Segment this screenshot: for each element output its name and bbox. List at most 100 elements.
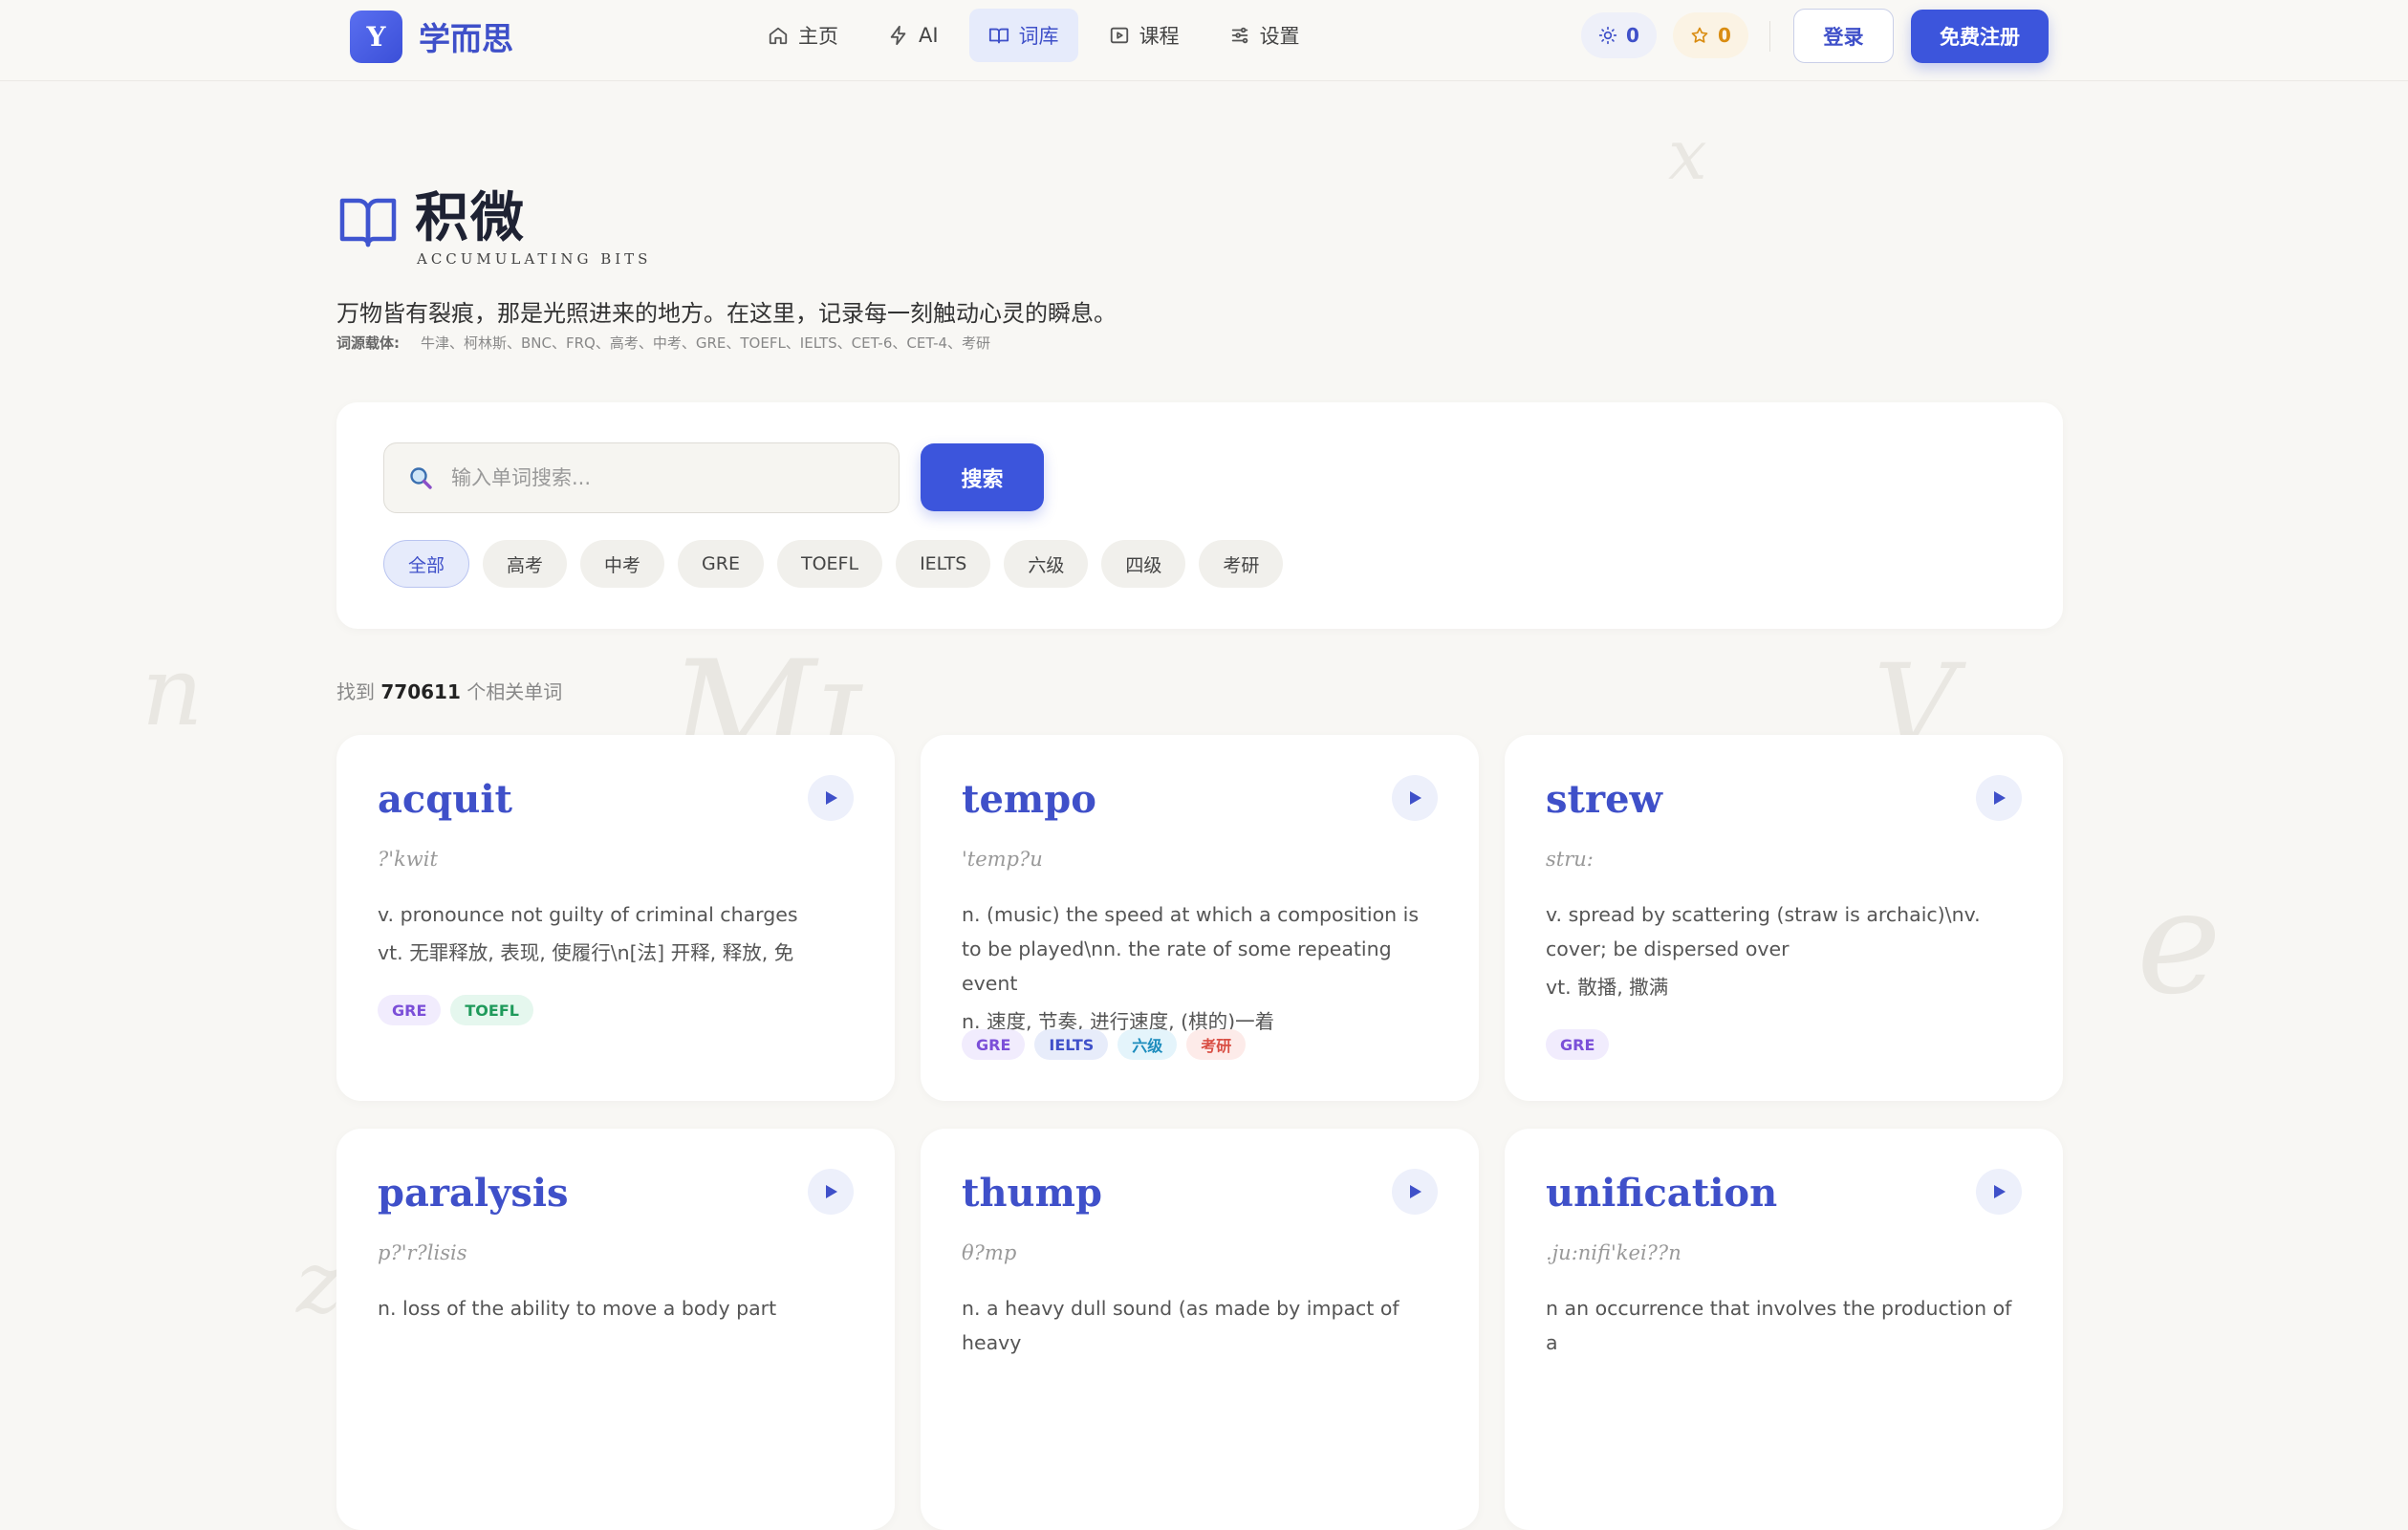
result-count: 找到 770611 个相关单词: [336, 677, 562, 704]
sun-count: 0: [1626, 24, 1639, 47]
word-phonetic: p?'r?lisis: [378, 1241, 467, 1264]
login-button[interactable]: 登录: [1793, 9, 1894, 63]
tag-badge: GRE: [378, 995, 442, 1025]
word-definitions: n. a heavy dull sound (as made by impact…: [962, 1291, 1441, 1360]
page-title: 积微: [415, 186, 526, 249]
tag-badge: 考研: [1186, 1029, 1247, 1060]
word-phonetic: θ?mp: [962, 1241, 1017, 1264]
star-count: 0: [1718, 24, 1731, 47]
play-icon: [1410, 1185, 1421, 1198]
play-audio-button[interactable]: [1976, 775, 2022, 821]
logo-icon[interactable]: Y: [350, 11, 402, 63]
definition-en: n. loss of the ability to move a body pa…: [378, 1297, 777, 1320]
star-icon: [1691, 27, 1708, 43]
word-card[interactable]: unification .ju:nifi'kei??n n an occurre…: [1505, 1129, 2063, 1530]
filter-chips: 全部 高考 中考 GRE TOEFL IELTS 六级 四级 考研: [383, 540, 1284, 588]
decorative-letter: e: [2137, 860, 2222, 1026]
search-button[interactable]: 搜索: [921, 443, 1044, 511]
page-tagline: 万物皆有裂痕，那是光照进来的地方。在这里，记录每一刻触动心灵的瞬息。: [336, 300, 1117, 327]
word-card[interactable]: strew stru: v. spread by scattering (str…: [1505, 735, 2063, 1101]
definition-en: v. pronounce not guilty of criminal char…: [378, 903, 798, 926]
header-divider: [1769, 21, 1770, 52]
nav-label-ai: AI: [919, 24, 939, 47]
word-title: thump: [962, 1171, 1102, 1216]
decorative-letter: z: [296, 1233, 342, 1333]
filter-chip-cet6[interactable]: 六级: [1004, 540, 1089, 588]
result-count-number: 770611: [380, 680, 461, 703]
play-icon: [1994, 1185, 2006, 1198]
filter-chip-gre[interactable]: GRE: [678, 540, 764, 588]
sources-line: 词源载体: 牛津、柯林斯、BNC、FRQ、高考、中考、GRE、TOEFL、IELT…: [336, 333, 990, 353]
bolt-icon: [890, 25, 906, 46]
definition-en: n. (music) the speed at which a composit…: [962, 903, 1420, 995]
filter-chip-ielts[interactable]: IELTS: [896, 540, 991, 588]
filter-chip-zhongkao[interactable]: 中考: [580, 540, 665, 588]
definition-en: n. a heavy dull sound (as made by impact…: [962, 1297, 1399, 1354]
nav-item-settings[interactable]: 设置: [1210, 9, 1319, 62]
play-audio-button[interactable]: [808, 1169, 854, 1215]
word-phonetic: 'temp?u: [962, 848, 1043, 871]
word-card[interactable]: acquit ?'kwit v. pronounce not guilty of…: [336, 735, 895, 1101]
word-card[interactable]: paralysis p?'r?lisis n. loss of the abil…: [336, 1129, 895, 1530]
nav-label-vocab: 词库: [1018, 25, 1059, 48]
main-nav: 主页 AI 词库 课程 设置: [748, 9, 1319, 62]
play-icon: [1994, 791, 2006, 805]
tag-badge: IELTS: [1034, 1029, 1109, 1060]
word-phonetic: .ju:nifi'kei??n: [1546, 1241, 1681, 1264]
decorative-letter: n: [141, 636, 204, 747]
word-card[interactable]: tempo 'temp?u n. (music) the speed at wh…: [921, 735, 1479, 1101]
nav-item-ai[interactable]: AI: [869, 9, 958, 62]
sun-points-badge[interactable]: 0: [1581, 12, 1657, 58]
play-audio-button[interactable]: [1392, 775, 1438, 821]
tag-badge: GRE: [962, 1029, 1026, 1060]
nav-item-course[interactable]: 课程: [1090, 9, 1199, 62]
filter-chip-kaoyan[interactable]: 考研: [1199, 540, 1284, 588]
search-icon: [410, 467, 432, 489]
search-panel: 搜索 全部 高考 中考 GRE TOEFL IELTS 六级 四级 考研: [336, 402, 2063, 629]
word-title: unification: [1546, 1171, 1778, 1216]
word-title: paralysis: [378, 1171, 569, 1216]
play-icon: [826, 1185, 837, 1198]
word-tags: GRE IELTS 六级 考研: [962, 1029, 1247, 1060]
filter-chip-gaokao[interactable]: 高考: [483, 540, 568, 588]
word-definitions: n. (music) the speed at which a composit…: [962, 897, 1441, 1039]
tag-badge: GRE: [1546, 1029, 1610, 1060]
tag-badge: TOEFL: [450, 995, 533, 1025]
page-subtitle: ACCUMULATING BITS: [417, 250, 652, 268]
word-tags: GRE: [1546, 1029, 1610, 1060]
open-book-icon: [339, 198, 397, 248]
word-title: strew: [1546, 777, 1662, 822]
nav-label-home: 主页: [798, 25, 838, 48]
word-phonetic: stru:: [1546, 848, 1594, 871]
word-title: acquit: [378, 777, 512, 822]
filter-chip-cet4[interactable]: 四级: [1101, 540, 1186, 588]
definition-cn: vt. 无罪释放, 表现, 使履行\n[法] 开释, 释放, 免: [378, 941, 794, 964]
search-input[interactable]: [449, 465, 870, 490]
word-definitions: v. pronounce not guilty of criminal char…: [378, 897, 857, 970]
star-points-badge[interactable]: 0: [1673, 12, 1748, 58]
logo-text[interactable]: 学而思: [419, 13, 513, 59]
word-definitions: n an occurrence that involves the produc…: [1546, 1291, 2025, 1360]
nav-item-home[interactable]: 主页: [748, 9, 857, 62]
word-card[interactable]: thump θ?mp n. a heavy dull sound (as mad…: [921, 1129, 1479, 1530]
word-definitions: n. loss of the ability to move a body pa…: [378, 1291, 857, 1325]
filter-chip-toefl[interactable]: TOEFL: [776, 540, 883, 588]
sun-icon: [1598, 26, 1617, 45]
nav-item-vocab[interactable]: 词库: [968, 9, 1078, 62]
word-tags: GRE TOEFL: [378, 995, 533, 1025]
play-icon: [1410, 791, 1421, 805]
word-title: tempo: [962, 777, 1096, 822]
register-button[interactable]: 免费注册: [1911, 10, 2049, 63]
result-count-prefix: 找到: [336, 680, 375, 703]
nav-label-course: 课程: [1139, 25, 1180, 48]
sources-label: 词源载体:: [336, 334, 400, 352]
definition-cn: vt. 散播, 撒满: [1546, 976, 1669, 999]
book-icon: [988, 28, 1009, 44]
filter-chip-all[interactable]: 全部: [383, 540, 470, 588]
word-definitions: v. spread by scattering (straw is archai…: [1546, 897, 2025, 1004]
search-box[interactable]: [383, 442, 900, 513]
play-audio-button[interactable]: [808, 775, 854, 821]
play-icon: [826, 791, 837, 805]
play-audio-button[interactable]: [1976, 1169, 2022, 1215]
play-audio-button[interactable]: [1392, 1169, 1438, 1215]
